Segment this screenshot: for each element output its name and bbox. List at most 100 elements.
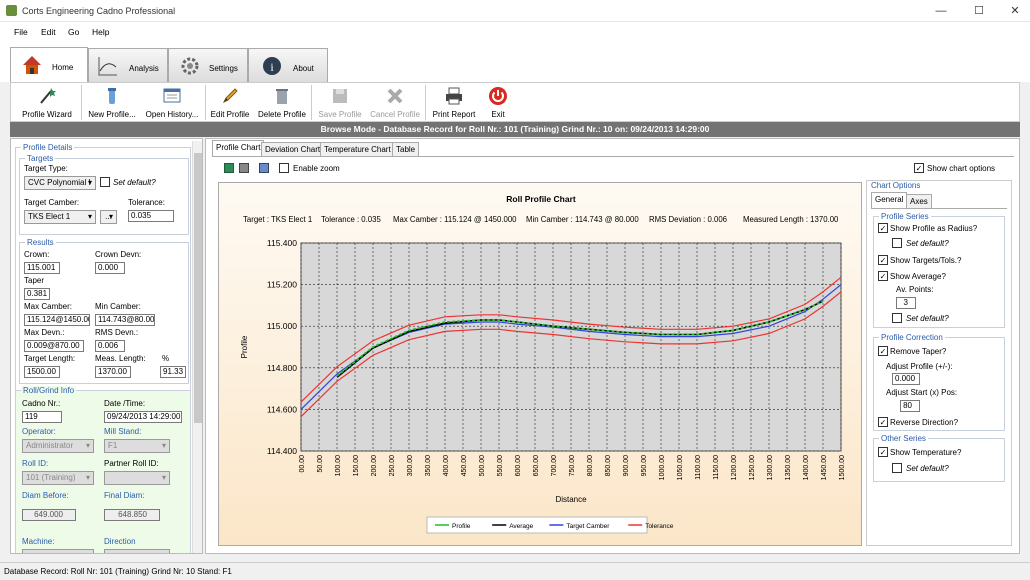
x-tick-label: 1000.00: [659, 455, 666, 480]
tab-table[interactable]: Table: [392, 142, 420, 156]
menu-edit[interactable]: Edit: [41, 27, 56, 37]
save-profile-button[interactable]: Save Profile: [315, 85, 365, 121]
chart-options-title: Chart Options: [871, 181, 921, 190]
tab-about[interactable]: i About: [248, 48, 328, 82]
tab-about-label: About: [293, 64, 314, 73]
export-icon[interactable]: [224, 163, 234, 173]
average-set-default-checkbox[interactable]: [892, 313, 902, 323]
final-diam-field[interactable]: 648.850: [104, 509, 160, 521]
browse-camber-button[interactable]: ...: [100, 210, 117, 224]
menu-go[interactable]: Go: [68, 27, 79, 37]
print-report-button[interactable]: Print Report: [429, 85, 479, 121]
roll-id-select[interactable]: 101 (Training): [22, 471, 94, 485]
delete-profile-button[interactable]: Delete Profile: [255, 85, 309, 121]
minimize-icon[interactable]: —: [934, 4, 948, 18]
profile-wizard-button[interactable]: Profile Wizard: [15, 85, 79, 121]
profile-chart-svg[interactable]: Roll Profile Chart Target : TKS Elect 1 To…: [219, 183, 863, 547]
operator-label: Operator:: [22, 427, 56, 436]
cancel-profile-button[interactable]: Cancel Profile: [367, 85, 423, 121]
target-camber-select[interactable]: TKS Elect 1: [24, 210, 96, 224]
diam-before-label: Diam Before:: [22, 491, 69, 500]
enable-zoom-checkbox[interactable]: [279, 163, 289, 173]
final-diam-label: Final Diam:: [104, 491, 145, 500]
maximize-icon[interactable]: ☐: [972, 4, 986, 18]
tolerance-field[interactable]: 0.035: [128, 210, 174, 222]
new-profile-button[interactable]: New Profile...: [85, 85, 139, 121]
tab-axes[interactable]: Axes: [906, 194, 932, 208]
min-camber-label: Min Camber:: [95, 302, 141, 311]
tab-general[interactable]: General: [871, 192, 908, 208]
targets-set-default-checkbox[interactable]: [100, 177, 110, 187]
av-points-stepper[interactable]: 3: [896, 297, 916, 309]
title-bar: Corts Engineering Cadno Professional — ☐…: [0, 0, 1030, 22]
edit-profile-button[interactable]: Edit Profile: [207, 85, 253, 121]
x-tick-label: 300.00: [407, 455, 414, 477]
machine-select[interactable]: [22, 549, 94, 553]
show-chart-options-checkbox[interactable]: ✓: [914, 163, 924, 173]
target-camber-label: Target Camber:: [24, 198, 80, 207]
close-icon[interactable]: ✕: [1008, 4, 1022, 18]
datetime-field: 09/24/2013 14:29:00: [104, 411, 182, 423]
x-tick-label: 1050.00: [677, 455, 684, 480]
max-devn-label: Max Devn.:: [24, 328, 65, 337]
radius-set-default-label: Set default?: [906, 239, 949, 248]
tab-analysis-label: Analysis: [129, 64, 159, 73]
reverse-direction-checkbox[interactable]: ✓: [878, 417, 888, 427]
temperature-set-default-checkbox[interactable]: [892, 463, 902, 473]
tab-deviation-chart[interactable]: Deviation Chart: [261, 142, 325, 156]
diam-before-field[interactable]: 649.000: [22, 509, 76, 521]
x-tick-label: 1250.00: [749, 455, 756, 480]
roll-grind-title: Roll/Grind Info: [21, 386, 77, 395]
adjust-profile-stepper[interactable]: 0.000: [892, 373, 920, 385]
show-radius-checkbox[interactable]: ✓: [878, 223, 888, 233]
show-average-checkbox[interactable]: ✓: [878, 271, 888, 281]
menu-help[interactable]: Help: [92, 27, 109, 37]
other-series-group: Other Series ✓ Show Temperature? Set def…: [873, 434, 1005, 482]
exit-label: Exit: [491, 110, 505, 119]
show-average-label: Show Average?: [890, 272, 946, 281]
x-tick-label: 850.00: [605, 455, 612, 477]
cadno-nr-label: Cadno Nr.:: [22, 399, 61, 408]
copy-icon[interactable]: [259, 163, 269, 173]
remove-taper-checkbox[interactable]: ✓: [878, 346, 888, 356]
adjust-start-stepper[interactable]: 80: [900, 400, 920, 412]
show-targets-checkbox[interactable]: ✓: [878, 255, 888, 265]
mill-stand-select[interactable]: F1: [104, 439, 170, 453]
profile-wizard-label: Profile Wizard: [22, 110, 72, 119]
chart-info-min-camber: Min Camber : 114.743 @ 80.000: [526, 215, 639, 224]
y-tick-label: 115.000: [267, 321, 297, 331]
open-history-button[interactable]: Open History...: [141, 85, 203, 121]
left-panel-scrollbar[interactable]: [192, 141, 202, 553]
exit-button[interactable]: Exit: [483, 85, 513, 121]
tab-analysis[interactable]: Analysis: [88, 48, 168, 82]
profile-series-title: Profile Series: [879, 212, 931, 221]
print-chart-icon[interactable]: [239, 163, 249, 173]
delete-profile-label: Delete Profile: [257, 110, 307, 119]
profile-correction-group: Profile Correction ✓ Remove Taper? Adjus…: [873, 333, 1005, 431]
partner-roll-select[interactable]: [104, 471, 170, 485]
target-type-label: Target Type:: [24, 164, 68, 173]
pct-field: 91.33: [160, 366, 186, 378]
min-camber-field: 114.743@80.00: [95, 314, 155, 326]
menu-file[interactable]: File: [14, 27, 28, 37]
tolerance-label: Tolerance:: [128, 198, 165, 207]
target-type-select[interactable]: CVC Polynomial I: [24, 176, 96, 190]
cadno-nr-field: 119: [22, 411, 62, 423]
tab-profile-chart[interactable]: Profile Chart: [212, 140, 265, 156]
y-tick-label: 114.800: [267, 363, 297, 373]
gear-icon: [181, 57, 199, 75]
partner-roll-label: Partner Roll ID:: [104, 459, 159, 468]
show-temperature-checkbox[interactable]: ✓: [878, 447, 888, 457]
tab-home[interactable]: Home: [10, 47, 88, 83]
radius-set-default-checkbox[interactable]: [892, 238, 902, 248]
machine-label: Machine:: [22, 537, 55, 546]
direction-select[interactable]: [104, 549, 170, 553]
tab-settings[interactable]: Settings: [168, 48, 248, 82]
x-tick-label: 00.00: [299, 455, 306, 473]
x-tick-label: 1400.00: [803, 455, 810, 480]
legend-label: Tolerance: [645, 523, 674, 530]
x-tick-label: 450.00: [461, 455, 468, 477]
tab-temperature-chart[interactable]: Temperature Chart: [320, 142, 395, 156]
profile-correction-title: Profile Correction: [879, 333, 945, 342]
operator-select[interactable]: Administrator: [22, 439, 94, 453]
